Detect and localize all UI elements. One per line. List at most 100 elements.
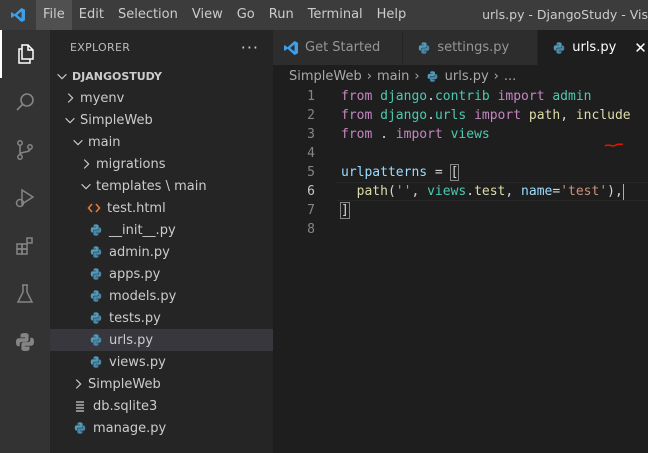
menu-item-run[interactable]: Run — [262, 0, 301, 30]
tree-item-djangostudy[interactable]: DJANGOSTUDY — [50, 65, 273, 87]
code-token: include — [575, 108, 631, 123]
breadcrumb-separator-icon: › — [493, 68, 499, 84]
tree-item-test-html[interactable]: test.html — [50, 197, 273, 219]
testing-icon[interactable] — [0, 270, 50, 318]
tree-item-simpleweb[interactable]: SimpleWeb — [50, 109, 273, 131]
code-token: ] — [340, 202, 350, 219]
tree-item-views-py[interactable]: views.py — [50, 351, 273, 373]
code-token: views — [450, 127, 490, 142]
code-token: import — [474, 108, 522, 123]
code-token: = — [427, 165, 451, 180]
tree-item-myenv[interactable]: myenv — [50, 87, 273, 109]
code-token: . — [427, 108, 435, 123]
search-icon[interactable] — [0, 78, 50, 126]
line-number: 1 — [307, 89, 315, 104]
python-icon[interactable] — [0, 318, 50, 366]
source-control-icon[interactable] — [0, 126, 50, 174]
python-file-icon — [88, 245, 104, 259]
explorer-header: EXPLORER ··· — [50, 30, 273, 65]
window-title: urls.py - DjangoStudy - Vis — [482, 7, 648, 22]
menu-item-selection[interactable]: Selection — [111, 0, 185, 30]
tree-item-label: views.py — [109, 354, 166, 370]
tree-item-simpleweb[interactable]: SimpleWeb — [50, 373, 273, 395]
breadcrumb: SimpleWeb › main › urls.py ›... — [273, 65, 648, 87]
menu-bar: File Edit Selection View Go Run Terminal Help — [36, 0, 413, 30]
tree-item-init-py[interactable]: __init__.py — [50, 219, 273, 241]
tree-item-db-sqlite3[interactable]: db.sqlite3 — [50, 395, 273, 417]
tree-item-label: __init__.py — [109, 222, 176, 238]
tree-item-label: test.html — [107, 200, 166, 216]
extensions-icon[interactable] — [0, 222, 50, 270]
line-text: ] — [315, 201, 350, 220]
python-file-icon — [72, 421, 88, 435]
database-file-icon — [72, 399, 88, 413]
code-token: [ — [449, 164, 460, 181]
code-token: urlpatterns — [341, 165, 428, 180]
tree-item-label: tests.py — [109, 310, 161, 326]
code-token: from — [341, 127, 373, 142]
code-line: 4 — [273, 144, 648, 163]
code-token: django — [380, 89, 428, 104]
python-file-icon — [88, 355, 104, 369]
python-file-icon — [417, 41, 431, 55]
tab-get-started[interactable]: Get Started — [273, 30, 404, 65]
line-text: from django.contrib import admin — [315, 87, 592, 106]
python-file-icon — [552, 41, 566, 55]
code-token: admin — [552, 89, 592, 104]
chevron-down-icon — [70, 135, 86, 149]
menu-item-file[interactable]: File — [36, 0, 72, 30]
tree-item-label: templates \ main — [96, 178, 207, 194]
file-tree: DJANGOSTUDY myenv SimpleWeb main migrations t… — [50, 65, 273, 439]
code-line: 1 from django.contrib import admin — [273, 87, 648, 106]
breadcrumb-separator-icon: › — [366, 68, 372, 84]
run-debug-icon[interactable] — [0, 174, 50, 222]
breadcrumb-item-urls-py[interactable]: urls.py — [445, 69, 489, 84]
tree-item-label: apps.py — [109, 266, 161, 282]
tree-item-label: myenv — [80, 90, 125, 106]
more-actions-icon[interactable]: ··· — [241, 38, 259, 57]
breadcrumb-item-[interactable]: ... — [504, 69, 516, 84]
tab-urls-py[interactable]: urls.py ✕ — [538, 30, 648, 65]
chevron-down-icon — [78, 179, 94, 193]
menu-item-terminal[interactable]: Terminal — [301, 0, 370, 30]
tree-item-migrations[interactable]: migrations — [50, 153, 273, 175]
tree-item-tests-py[interactable]: tests.py — [50, 307, 273, 329]
tree-item-urls-py[interactable]: urls.py — [50, 329, 273, 351]
menu-item-edit[interactable]: Edit — [72, 0, 111, 30]
close-icon[interactable]: ✕ — [634, 39, 647, 57]
breadcrumb-item-simpleweb[interactable]: SimpleWeb — [289, 69, 362, 84]
breadcrumb-item-main[interactable]: main — [377, 69, 409, 84]
tree-item-manage-py[interactable]: manage.py — [50, 417, 273, 439]
code-token: from — [341, 89, 373, 104]
files-icon[interactable] — [0, 30, 50, 78]
line-number: 3 — [307, 127, 315, 142]
code-token: django — [380, 108, 428, 123]
tree-item-admin-py[interactable]: admin.py — [50, 241, 273, 263]
menu-item-view[interactable]: View — [185, 0, 230, 30]
code-token: from — [341, 108, 373, 123]
tree-item-models-py[interactable]: models.py — [50, 285, 273, 307]
tree-item-templates-main[interactable]: templates \ main — [50, 175, 273, 197]
chevron-right-icon — [78, 157, 94, 171]
tree-item-apps-py[interactable]: apps.py — [50, 263, 273, 285]
python-file-icon — [88, 289, 104, 303]
menu-item-help[interactable]: Help — [370, 0, 414, 30]
tab-label: settings.py — [437, 40, 510, 55]
explorer-sidebar: EXPLORER ··· DJANGOSTUDY myenv SimpleWeb ma… — [50, 30, 273, 453]
chevron-right-icon — [62, 91, 78, 105]
python-file-icon — [425, 70, 441, 83]
tree-item-main[interactable]: main — [50, 131, 273, 153]
code-line: 2 from django.urls import path, include — [273, 106, 648, 125]
tree-item-label: DJANGOSTUDY — [72, 69, 162, 83]
tab-settings-py[interactable]: settings.py — [403, 30, 539, 65]
tree-item-label: main — [88, 134, 121, 150]
code-token: . — [427, 89, 435, 104]
menu-item-go[interactable]: Go — [230, 0, 262, 30]
line-text: from . import views — [315, 125, 490, 144]
code-editor[interactable]: 1 from django.contrib import admin 2 from d… — [273, 87, 648, 239]
line-number: 6 — [307, 184, 315, 199]
code-token: , — [560, 108, 576, 123]
